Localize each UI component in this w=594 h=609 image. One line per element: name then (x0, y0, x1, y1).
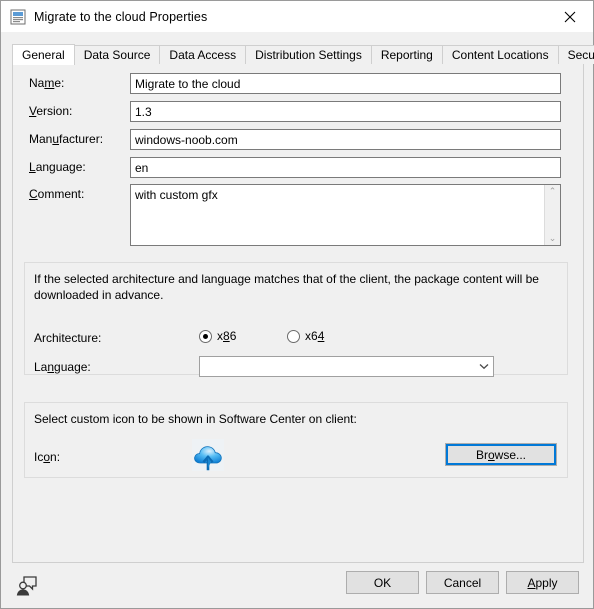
tab-content-locations[interactable]: Content Locations (441, 45, 559, 64)
browse-button-label: Browse... (475, 447, 527, 462)
scroll-up-icon[interactable]: ⌃ (549, 187, 557, 196)
language-label: Language: (29, 160, 86, 174)
radio-x86-label: x86 (217, 329, 237, 343)
custom-icon-group: Select custom icon to be shown in Softwa… (24, 402, 568, 478)
radio-x64-indicator (287, 329, 300, 343)
general-tab-panel: Name: Migrate to the cloud Version: 1.3 … (12, 63, 584, 563)
tab-label: Data Source (83, 48, 151, 62)
window-title: Migrate to the cloud Properties (34, 9, 208, 24)
custom-icon-description: Select custom icon to be shown in Softwa… (34, 412, 357, 426)
tab-data-source[interactable]: Data Source (73, 45, 161, 64)
tab-label: Data Access (169, 48, 237, 62)
send-feedback-icon[interactable] (15, 573, 39, 597)
tab-label: Security (567, 48, 594, 62)
radio-x64[interactable]: x64 (287, 329, 324, 343)
comment-scrollbar[interactable]: ⌃ ⌄ (544, 185, 560, 245)
tab-label: Content Locations (451, 48, 549, 62)
dialog-footer: OK Cancel Apply (1, 563, 593, 608)
chevron-down-icon (475, 363, 493, 370)
version-input[interactable]: 1.3 (130, 101, 561, 122)
language-input[interactable]: en (130, 157, 561, 178)
tab-data-access[interactable]: Data Access (159, 45, 247, 64)
field-row-name: Name: Migrate to the cloud (13, 73, 583, 95)
field-row-version: Version: 1.3 (13, 101, 583, 123)
radio-x86[interactable]: x86 (199, 329, 236, 343)
architecture-description: If the selected architecture and languag… (34, 272, 539, 302)
cloud-upload-icon (192, 439, 224, 471)
close-icon (564, 11, 576, 22)
tab-strip: General Data Source Data Access Distribu… (12, 43, 594, 65)
name-input[interactable]: Migrate to the cloud (130, 73, 561, 94)
apply-button-label: Apply (527, 575, 558, 590)
tab-label: Distribution Settings (255, 48, 362, 62)
ok-button[interactable]: OK (346, 571, 419, 594)
manufacturer-input[interactable]: windows-noob.com (130, 129, 561, 150)
tab-security[interactable]: Security (557, 45, 594, 64)
scroll-down-icon[interactable]: ⌄ (549, 234, 557, 243)
architecture-group: If the selected architecture and languag… (24, 262, 568, 377)
ok-button-label: OK (373, 575, 392, 590)
tab-distribution-settings[interactable]: Distribution Settings (245, 45, 372, 64)
tab-label: Reporting (380, 48, 433, 62)
icon-label: Icon: (34, 450, 61, 464)
tab-reporting[interactable]: Reporting (370, 45, 443, 64)
manufacturer-label: Manufacturer: (29, 132, 104, 146)
language-dropdown[interactable] (199, 356, 494, 377)
title-bar: Migrate to the cloud Properties (1, 1, 593, 32)
name-label: Name: (29, 76, 65, 90)
architecture-label: Architecture: (34, 331, 102, 345)
language-select-label: Language: (34, 360, 91, 374)
browse-button[interactable]: Browse... (445, 443, 557, 466)
comment-label: Comment: (29, 187, 85, 201)
comment-value: with custom gfx (135, 188, 218, 202)
field-row-manufacturer: Manufacturer: windows-noob.com (13, 129, 583, 151)
radio-x64-label: x64 (305, 329, 325, 343)
radio-x86-indicator (199, 329, 212, 343)
version-label: Version: (29, 104, 73, 118)
tab-label: General (22, 48, 65, 62)
apply-button[interactable]: Apply (506, 571, 579, 594)
properties-dialog: Migrate to the cloud Properties General … (0, 0, 594, 609)
close-button[interactable] (547, 1, 593, 32)
package-properties-icon (10, 9, 26, 25)
cancel-button[interactable]: Cancel (426, 571, 499, 594)
field-row-language: Language: en (13, 157, 583, 179)
cancel-button-label: Cancel (443, 575, 482, 590)
tab-general[interactable]: General (12, 44, 75, 65)
comment-textarea[interactable]: with custom gfx ⌃ ⌄ (130, 184, 561, 246)
